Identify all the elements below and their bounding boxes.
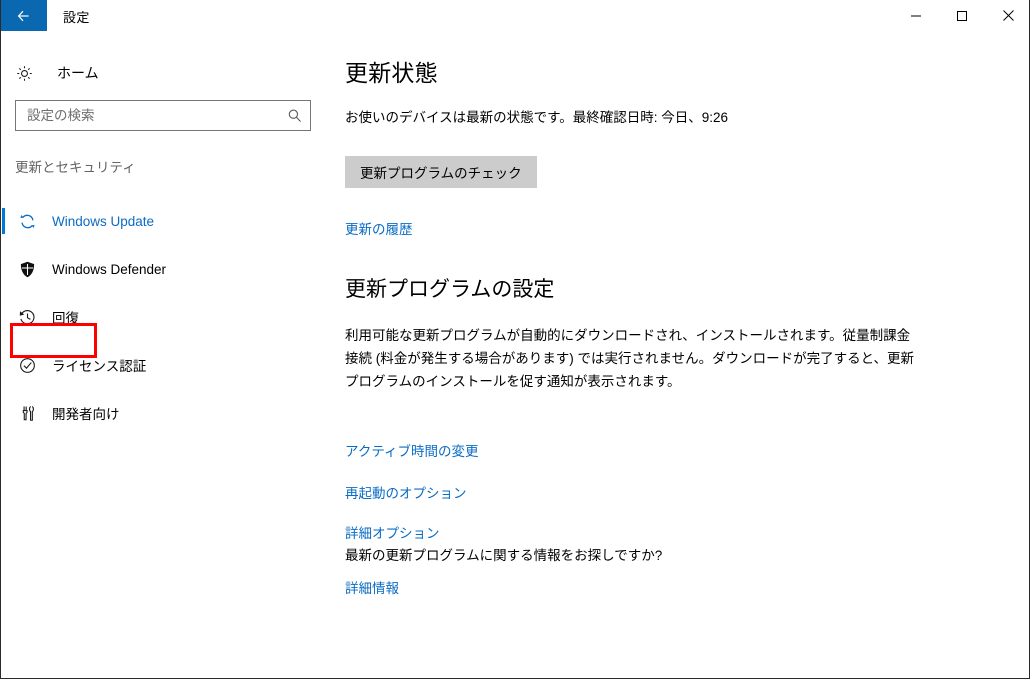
- shield-icon: [16, 258, 38, 280]
- gear-icon: [15, 64, 39, 83]
- title-bar: 設定: [1, 0, 1029, 32]
- sidebar-item-windows-update[interactable]: Windows Update: [2, 197, 336, 245]
- sidebar-item-recovery[interactable]: 回復: [2, 293, 336, 341]
- sidebar-section-header: 更新とセキュリティ: [15, 160, 136, 175]
- window-title: 設定: [63, 10, 90, 25]
- sidebar-item-label: ライセンス認証: [52, 359, 147, 374]
- update-settings-description: 利用可能な更新プログラムが自動的にダウンロードされ、インストールされます。従量制…: [345, 328, 915, 389]
- restart-options-link[interactable]: 再起動のオプション: [345, 482, 467, 502]
- advanced-options-link[interactable]: 詳細オプション: [345, 522, 440, 542]
- close-icon: [1002, 10, 1014, 21]
- more-info-link[interactable]: 詳細情報: [345, 577, 399, 597]
- sidebar-item-windows-defender[interactable]: Windows Defender: [2, 245, 336, 293]
- sidebar-item-activation[interactable]: ライセンス認証: [2, 341, 336, 389]
- back-button[interactable]: [1, 0, 47, 31]
- sidebar-item-for-developers[interactable]: 開発者向け: [2, 389, 336, 437]
- maximize-icon: [957, 10, 967, 21]
- sidebar-item-home[interactable]: ホーム: [15, 56, 215, 90]
- maximize-button[interactable]: [939, 0, 985, 31]
- sidebar-item-label: 回復: [52, 311, 79, 326]
- sidebar-item-label: 開発者向け: [52, 407, 120, 422]
- sidebar-item-label: Windows Defender: [52, 261, 167, 277]
- minimize-icon: [911, 15, 921, 16]
- minimize-button[interactable]: [893, 0, 939, 31]
- settings-window: 設定 ホーム 設定の検索 更新とセキュリティ Windows Update Wi…: [0, 0, 1030, 679]
- main-content: 更新状態 お使いのデバイスは最新の状態です。最終確認日時: 今日、9:26 更新…: [336, 32, 1029, 678]
- back-arrow-icon: [17, 10, 29, 21]
- window-caption-buttons: [893, 0, 1029, 31]
- sidebar-home-label: ホーム: [57, 65, 99, 81]
- update-settings-heading: 更新プログラムの設定: [345, 278, 555, 301]
- clock-history-icon: [16, 306, 38, 328]
- close-button[interactable]: [985, 0, 1029, 31]
- check-circle-icon: [16, 354, 38, 376]
- sync-icon: [16, 210, 38, 232]
- sidebar-nav-list: Windows Update Windows Defender 回復 ライセンス…: [2, 197, 336, 437]
- sidebar: ホーム 更新とセキュリティ: [2, 32, 336, 678]
- more-info-question: 最新の更新プログラムに関する情報をお探しですか?: [345, 548, 663, 563]
- update-status-text: お使いのデバイスは最新の状態です。最終確認日時: 今日、9:26: [345, 110, 729, 125]
- page-title: 更新状態: [345, 60, 438, 86]
- selection-indicator: [2, 208, 5, 234]
- check-for-updates-button[interactable]: 更新プログラムのチェック: [345, 156, 537, 188]
- update-history-link[interactable]: 更新の履歴: [345, 218, 413, 238]
- search-icon[interactable]: [280, 108, 310, 124]
- developer-tools-icon: [16, 402, 38, 424]
- sidebar-item-label: Windows Update: [52, 213, 155, 229]
- change-active-hours-link[interactable]: アクティブ時間の変更: [345, 440, 479, 460]
- search-box[interactable]: [15, 100, 311, 131]
- search-input[interactable]: [16, 101, 280, 130]
